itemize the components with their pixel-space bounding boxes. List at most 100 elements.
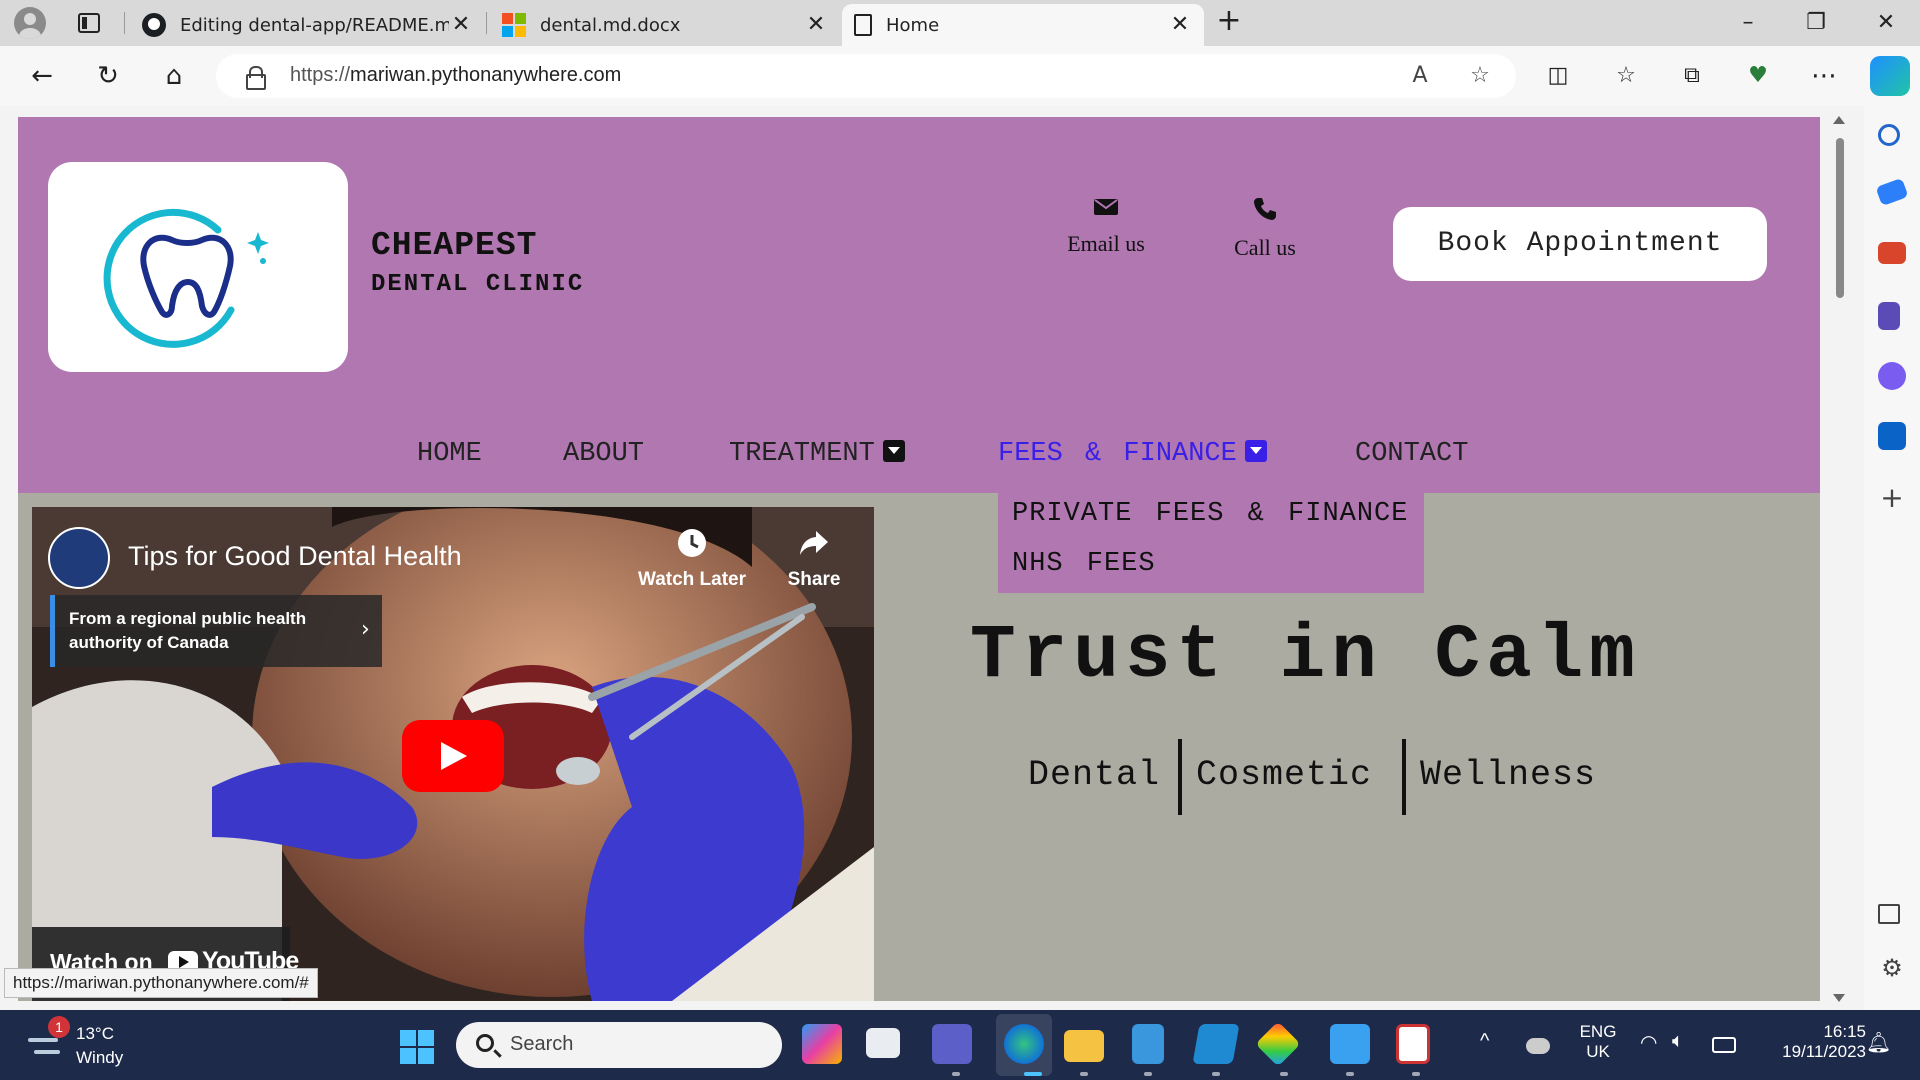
home-icon[interactable]: ⌂	[158, 60, 190, 92]
clock[interactable]: 16:15 19/11/2023	[1754, 1022, 1874, 1062]
tab-actions-icon[interactable]	[78, 13, 100, 33]
running-indicator	[1280, 1072, 1288, 1076]
teams-icon[interactable]	[932, 1024, 972, 1064]
sidebar-settings-icon[interactable]: ⚙	[1878, 954, 1906, 982]
search-icon	[476, 1034, 494, 1052]
scroll-up-arrow-icon[interactable]	[1833, 116, 1845, 124]
dropdown-item-private-fees[interactable]: PRIVATE FEES & FINANCE	[1012, 499, 1408, 529]
file-explorer-icon[interactable]	[1064, 1030, 1104, 1062]
tab-divider	[486, 12, 487, 34]
url-text[interactable]: https://mariwan.pythonanywhere.com	[290, 64, 621, 87]
running-indicator	[1144, 1072, 1152, 1076]
shopping-tag-icon[interactable]	[1875, 177, 1909, 207]
channel-logo-icon[interactable]	[48, 527, 110, 589]
tray-overflow-chevron-icon[interactable]: ^	[1480, 1030, 1489, 1053]
dropdown-item-nhs-fees[interactable]: NHS FEES	[1012, 549, 1156, 579]
hero-tag-dental: Dental	[1028, 755, 1161, 795]
copilot-icon[interactable]	[1870, 56, 1910, 96]
page-scrollbar[interactable]	[1830, 114, 1848, 1004]
hide-sidebar-icon[interactable]	[1878, 904, 1900, 924]
email-us-link[interactable]: Email us	[1051, 197, 1161, 257]
tab-title: dental.md.docx	[540, 14, 681, 36]
microsoft365-icon[interactable]	[1878, 362, 1906, 390]
profile-avatar-icon[interactable]	[14, 7, 46, 39]
windows-start-icon[interactable]	[400, 1030, 434, 1064]
call-us-label: Call us	[1234, 235, 1296, 260]
tab-home[interactable]: Home ✕	[842, 4, 1204, 46]
nav-treatment[interactable]: TREATMENT	[729, 439, 905, 469]
games-icon[interactable]	[1878, 302, 1900, 330]
book-appointment-button[interactable]: Book Appointment	[1393, 207, 1767, 281]
vscode-icon[interactable]	[1192, 1024, 1240, 1064]
scroll-down-arrow-icon[interactable]	[1833, 994, 1845, 1002]
close-tab-icon[interactable]: ✕	[1168, 13, 1192, 37]
running-indicator	[952, 1072, 960, 1076]
watch-later-button[interactable]: Watch Later	[632, 527, 752, 591]
copilot-preview-icon[interactable]	[802, 1024, 842, 1064]
call-us-link[interactable]: Call us	[1210, 197, 1320, 261]
scrollbar-thumb[interactable]	[1836, 138, 1844, 298]
page-viewport: CHEAPEST DENTAL CLINIC Email us Call us …	[18, 117, 1820, 1001]
tab-github-readme[interactable]: Editing dental-app/README.md ✕	[130, 4, 485, 46]
outlook-icon[interactable]	[1878, 422, 1906, 450]
notepad-icon[interactable]	[1132, 1024, 1164, 1064]
clock-time: 16:15	[1823, 1022, 1866, 1041]
info-card[interactable]: From a regional public health authority …	[50, 595, 382, 667]
site-header: CHEAPEST DENTAL CLINIC Email us Call us …	[18, 117, 1820, 493]
more-options-icon[interactable]: ⋯	[1808, 60, 1840, 92]
wifi-icon[interactable]: ◠	[1640, 1030, 1657, 1055]
nav-about[interactable]: ABOUT	[563, 439, 644, 469]
collections-icon[interactable]: ⧉	[1676, 60, 1708, 92]
tag-divider	[1402, 739, 1406, 815]
notification-bell-icon[interactable]: 🔔︎	[1866, 1030, 1891, 1055]
favorite-star-icon[interactable]: ☆	[1466, 62, 1494, 90]
share-button[interactable]: Share	[754, 527, 874, 591]
browser-essentials-icon[interactable]: ♥	[1742, 60, 1774, 92]
nav-fees-finance[interactable]: FEES & FINANCE	[998, 439, 1267, 469]
tab-dental-docx[interactable]: dental.md.docx ✕	[490, 4, 840, 46]
task-view-icon[interactable]	[866, 1028, 900, 1058]
favorites-icon[interactable]: ☆	[1610, 60, 1642, 92]
nav-about-label: ABOUT	[563, 439, 645, 469]
nav-contact[interactable]: CONTACT	[1355, 439, 1468, 469]
email-us-label: Email us	[1067, 231, 1145, 256]
nav-treatment-label: TREATMENT	[729, 439, 875, 469]
video-title[interactable]: Tips for Good Dental Health	[128, 541, 462, 572]
add-sidebar-app-icon[interactable]: +	[1878, 484, 1906, 512]
youtube-video-embed[interactable]: Tips for Good Dental Health From a regio…	[32, 507, 874, 1001]
nav-home-label: HOME	[417, 439, 482, 469]
share-arrow-icon	[800, 531, 828, 555]
weather-widget[interactable]: 1 13°C Windy	[24, 1016, 184, 1068]
tools-icon[interactable]	[1878, 242, 1906, 264]
snipping-tool-icon[interactable]	[1255, 1021, 1301, 1067]
new-tab-button[interactable]: +	[1213, 6, 1245, 38]
volume-icon[interactable]: 🔈︎	[1672, 1030, 1684, 1053]
edge-browser-icon[interactable]	[1004, 1024, 1044, 1064]
clinic-logo[interactable]	[48, 162, 348, 372]
language-indicator[interactable]: ENG UK	[1578, 1022, 1618, 1062]
onedrive-icon[interactable]	[1526, 1038, 1550, 1054]
phone-icon	[1254, 198, 1276, 220]
nav-home[interactable]: HOME	[417, 439, 482, 469]
restore-button[interactable]: ❐	[1796, 8, 1836, 38]
play-button-icon[interactable]	[402, 720, 504, 792]
clock-icon	[678, 529, 706, 557]
close-window-button[interactable]: ✕	[1866, 8, 1906, 38]
back-arrow-icon[interactable]: ←	[26, 60, 58, 92]
minimize-button[interactable]: –	[1728, 8, 1768, 38]
refresh-icon[interactable]: ↻	[92, 60, 124, 92]
weather-description: Windy	[76, 1048, 124, 1067]
lock-icon[interactable]	[246, 66, 266, 90]
split-screen-icon[interactable]: ◫	[1542, 60, 1574, 92]
close-tab-icon[interactable]: ✕	[804, 13, 828, 37]
snip-sketch-icon[interactable]	[1396, 1024, 1430, 1064]
search-icon[interactable]	[1878, 124, 1900, 146]
address-bar[interactable]: https://mariwan.pythonanywhere.com A ☆	[216, 54, 1516, 98]
read-aloud-icon[interactable]: A	[1406, 62, 1434, 90]
taskbar-search-box[interactable]: Search	[456, 1022, 782, 1068]
photos-icon[interactable]	[1330, 1024, 1370, 1064]
close-tab-icon[interactable]: ✕	[449, 13, 473, 37]
battery-icon[interactable]	[1712, 1037, 1736, 1053]
weather-temperature: 13°C	[76, 1024, 114, 1043]
page-icon	[854, 14, 872, 36]
